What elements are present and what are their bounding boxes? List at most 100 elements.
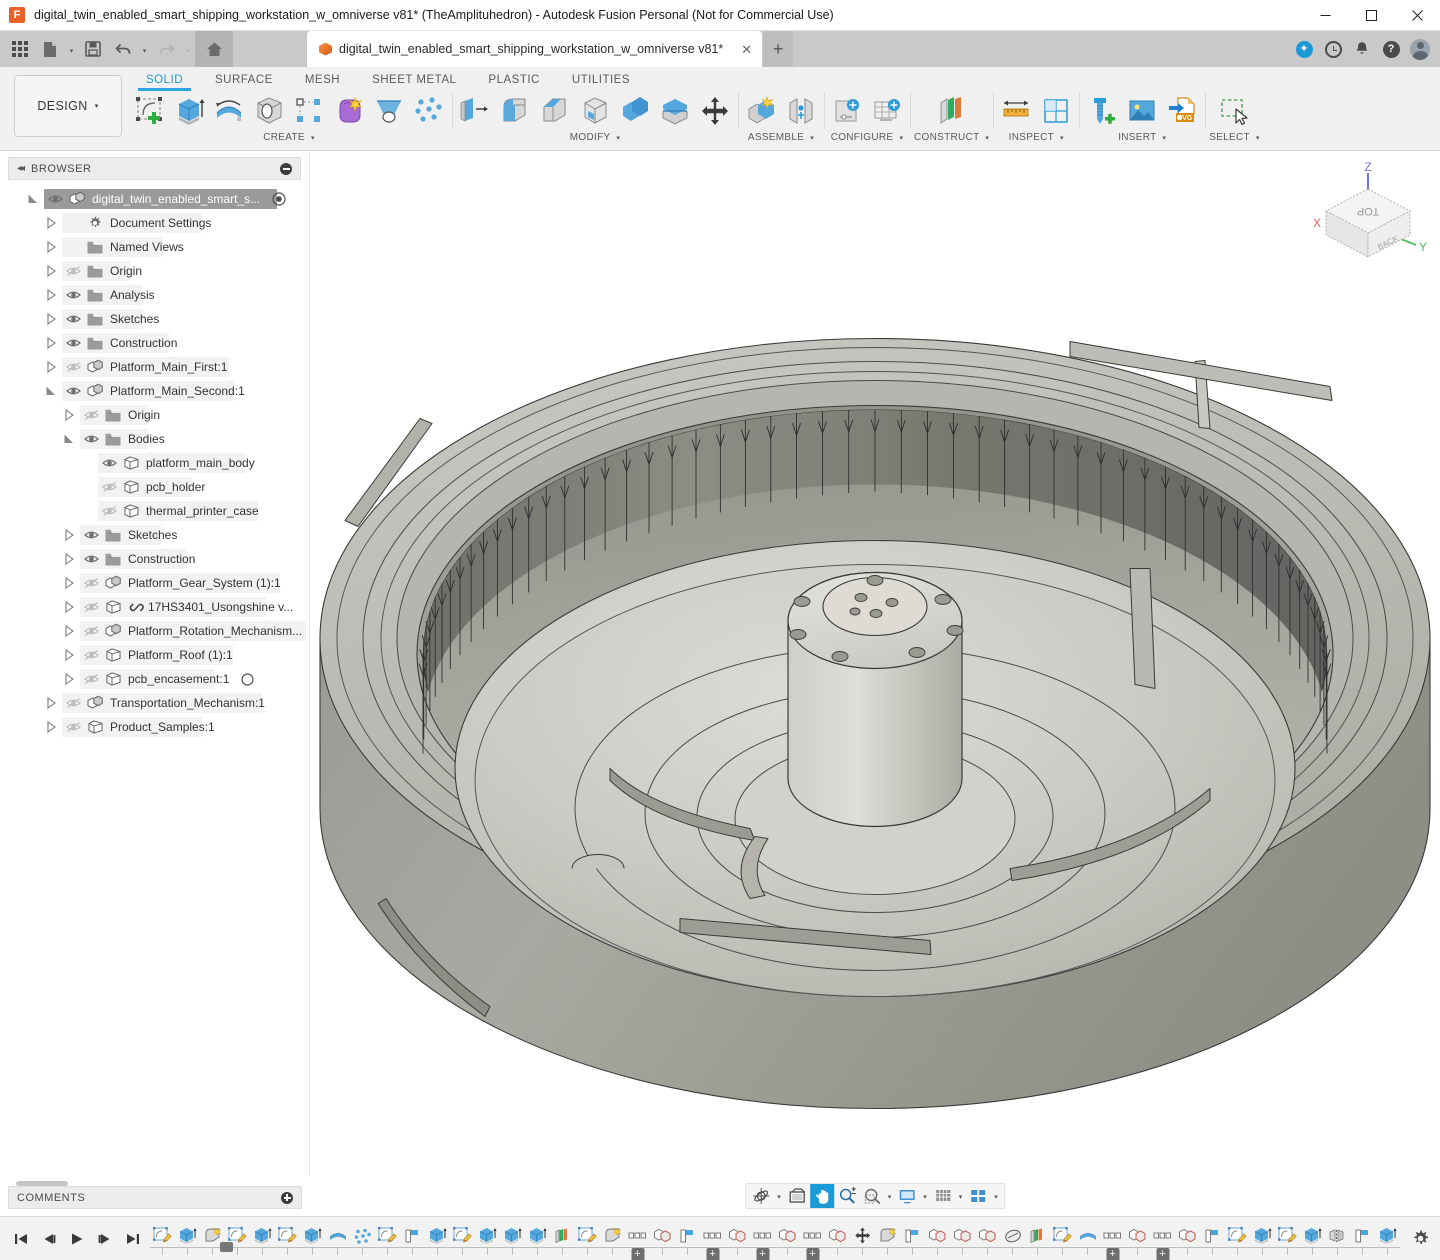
orbit-caret-icon[interactable]: ▾ (774, 1184, 784, 1208)
tree-item-origin[interactable]: Origin (0, 259, 309, 283)
help-icon[interactable]: ? (1381, 39, 1401, 59)
press-pull-icon[interactable] (456, 91, 494, 131)
timeline-group-expand-icon[interactable]: + (1156, 1248, 1169, 1260)
timeline-feature-component-41[interactable] (1175, 1221, 1200, 1251)
document-tab-close-icon[interactable]: ✕ (741, 43, 752, 56)
chevron-right-icon[interactable] (58, 409, 80, 421)
new-component-icon[interactable] (742, 91, 780, 131)
timeline-feature-sketch-9[interactable] (375, 1221, 400, 1251)
timeline-feature-plane-10[interactable] (400, 1221, 425, 1251)
rectangular-pattern-icon[interactable] (290, 91, 328, 131)
home-icon[interactable] (195, 31, 233, 67)
fillet-icon[interactable] (496, 91, 534, 131)
view-cube[interactable]: Z X Y TOP BACK (1304, 159, 1432, 269)
redo-caret-icon[interactable]: ▾ (182, 34, 193, 64)
tree-item-pcb-holder[interactable]: pcb_holder (0, 475, 309, 499)
chevron-down-icon[interactable]: ▾ (1256, 135, 1260, 142)
look-at-icon[interactable] (785, 1184, 809, 1208)
go-to-beginning-icon[interactable] (10, 1226, 32, 1252)
tab-plastic[interactable]: PLASTIC (472, 74, 555, 89)
chevron-right-icon[interactable] (58, 649, 80, 661)
visibility-off-icon[interactable] (80, 673, 102, 685)
timeline-feature-extrude-44[interactable] (1250, 1221, 1275, 1251)
timeline-feature-plane-21[interactable] (675, 1221, 700, 1251)
tree-item-sketches[interactable]: Sketches (0, 523, 309, 547)
timeline-feature-sketch-0[interactable] (150, 1221, 175, 1251)
timeline-feature-group-24[interactable]: + (750, 1221, 775, 1251)
visibility-on-icon[interactable] (80, 433, 102, 445)
chevron-right-icon[interactable] (58, 673, 80, 685)
timeline-group-expand-icon[interactable]: + (1106, 1248, 1119, 1260)
tree-item-platform-main-second-1[interactable]: Platform_Main_Second:1 (0, 379, 309, 403)
timeline-playhead[interactable] (220, 1242, 233, 1252)
viewports-caret-icon[interactable]: ▾ (991, 1184, 1001, 1208)
chevron-right-icon[interactable] (40, 721, 62, 733)
new-file-caret-icon[interactable]: ▾ (66, 34, 77, 64)
tab-surface[interactable]: SURFACE (199, 74, 289, 89)
user-avatar-icon[interactable] (1410, 39, 1430, 59)
chevron-down-icon[interactable] (58, 433, 80, 445)
move-copy-icon[interactable] (696, 91, 734, 131)
orbit-icon[interactable] (749, 1184, 773, 1208)
timeline-feature-extrude-6[interactable] (300, 1221, 325, 1251)
visibility-off-icon[interactable] (80, 577, 102, 589)
tree-item-transportation-mechanism-1[interactable]: Transportation_Mechanism:1 (0, 691, 309, 715)
visibility-on-icon[interactable] (62, 289, 84, 301)
play-icon[interactable] (66, 1226, 88, 1252)
chevron-right-icon[interactable] (58, 601, 80, 613)
visibility-off-icon[interactable] (62, 721, 84, 733)
undo-icon[interactable] (109, 34, 137, 64)
timeline-feature-sketch-5[interactable] (275, 1221, 300, 1251)
split-face-icon[interactable] (656, 91, 694, 131)
timeline-settings-icon[interactable] (1400, 1229, 1440, 1248)
timeline-group-expand-icon[interactable]: + (631, 1248, 644, 1260)
comments-header[interactable]: COMMENTS (8, 1186, 302, 1209)
circle-icon[interactable] (241, 673, 254, 686)
model-3d-view[interactable] (310, 151, 1440, 1216)
timeline-feature-move-28[interactable] (850, 1221, 875, 1251)
timeline-feature-revolve-37[interactable] (1075, 1221, 1100, 1251)
timeline-feature-component-31[interactable] (925, 1221, 950, 1251)
tree-item-construction[interactable]: Construction (0, 331, 309, 355)
timeline-feature-component-27[interactable] (825, 1221, 850, 1251)
timeline-feature-extrude-46[interactable] (1300, 1221, 1325, 1251)
insert-svg-icon[interactable]: SVG (1163, 91, 1201, 131)
timeline-feature-sketch-43[interactable] (1225, 1221, 1250, 1251)
timeline-feature-component-33[interactable] (975, 1221, 1000, 1251)
add-comment-icon[interactable] (281, 1192, 293, 1204)
chevron-right-icon[interactable] (40, 289, 62, 301)
tab-mesh[interactable]: MESH (289, 74, 356, 89)
chevron-right-icon[interactable] (40, 313, 62, 325)
pan-icon[interactable] (810, 1184, 834, 1208)
form-icon[interactable] (330, 91, 368, 131)
timeline-feature-extrude-1[interactable] (175, 1221, 200, 1251)
timeline-feature-sketch-36[interactable] (1050, 1221, 1075, 1251)
zoom-icon[interactable] (835, 1184, 859, 1208)
visibility-on-icon[interactable] (98, 457, 120, 469)
timeline-feature-component-20[interactable] (650, 1221, 675, 1251)
chamfer-icon[interactable] (536, 91, 574, 131)
timeline-group-expand-icon[interactable]: + (756, 1248, 769, 1260)
timeline-feature-thread-34[interactable] (1000, 1221, 1025, 1251)
step-forward-icon[interactable] (94, 1226, 116, 1252)
shell-icon[interactable] (576, 91, 614, 131)
visibility-off-icon[interactable] (62, 265, 84, 277)
tree-item-17hs3401-usongshine-v[interactable]: 17HS3401_Usongshine v... (0, 595, 309, 619)
timeline-feature-plane-48[interactable] (1350, 1221, 1375, 1251)
close-button[interactable] (1394, 0, 1440, 31)
new-file-icon[interactable] (36, 34, 64, 64)
notifications-bell-icon[interactable] (1352, 39, 1372, 59)
display-settings-icon[interactable] (895, 1184, 919, 1208)
tree-item-platform-rotation-mechanism[interactable]: Platform_Rotation_Mechanism... (0, 619, 309, 643)
timeline-feature-group-38[interactable]: + (1100, 1221, 1125, 1251)
redo-icon[interactable] (152, 34, 180, 64)
tree-item-named-views[interactable]: Named Views (0, 235, 309, 259)
timeline-feature-construct-35[interactable] (1025, 1221, 1050, 1251)
visibility-off-icon[interactable] (80, 601, 102, 613)
timeline-feature-construct-16[interactable] (550, 1221, 575, 1251)
tree-item-construction[interactable]: Construction (0, 547, 309, 571)
visibility-on-icon[interactable] (44, 193, 66, 205)
chevron-down-icon[interactable]: ▾ (1060, 135, 1064, 142)
chevron-right-icon[interactable] (58, 625, 80, 637)
browser-scrollbar[interactable] (8, 1181, 302, 1186)
